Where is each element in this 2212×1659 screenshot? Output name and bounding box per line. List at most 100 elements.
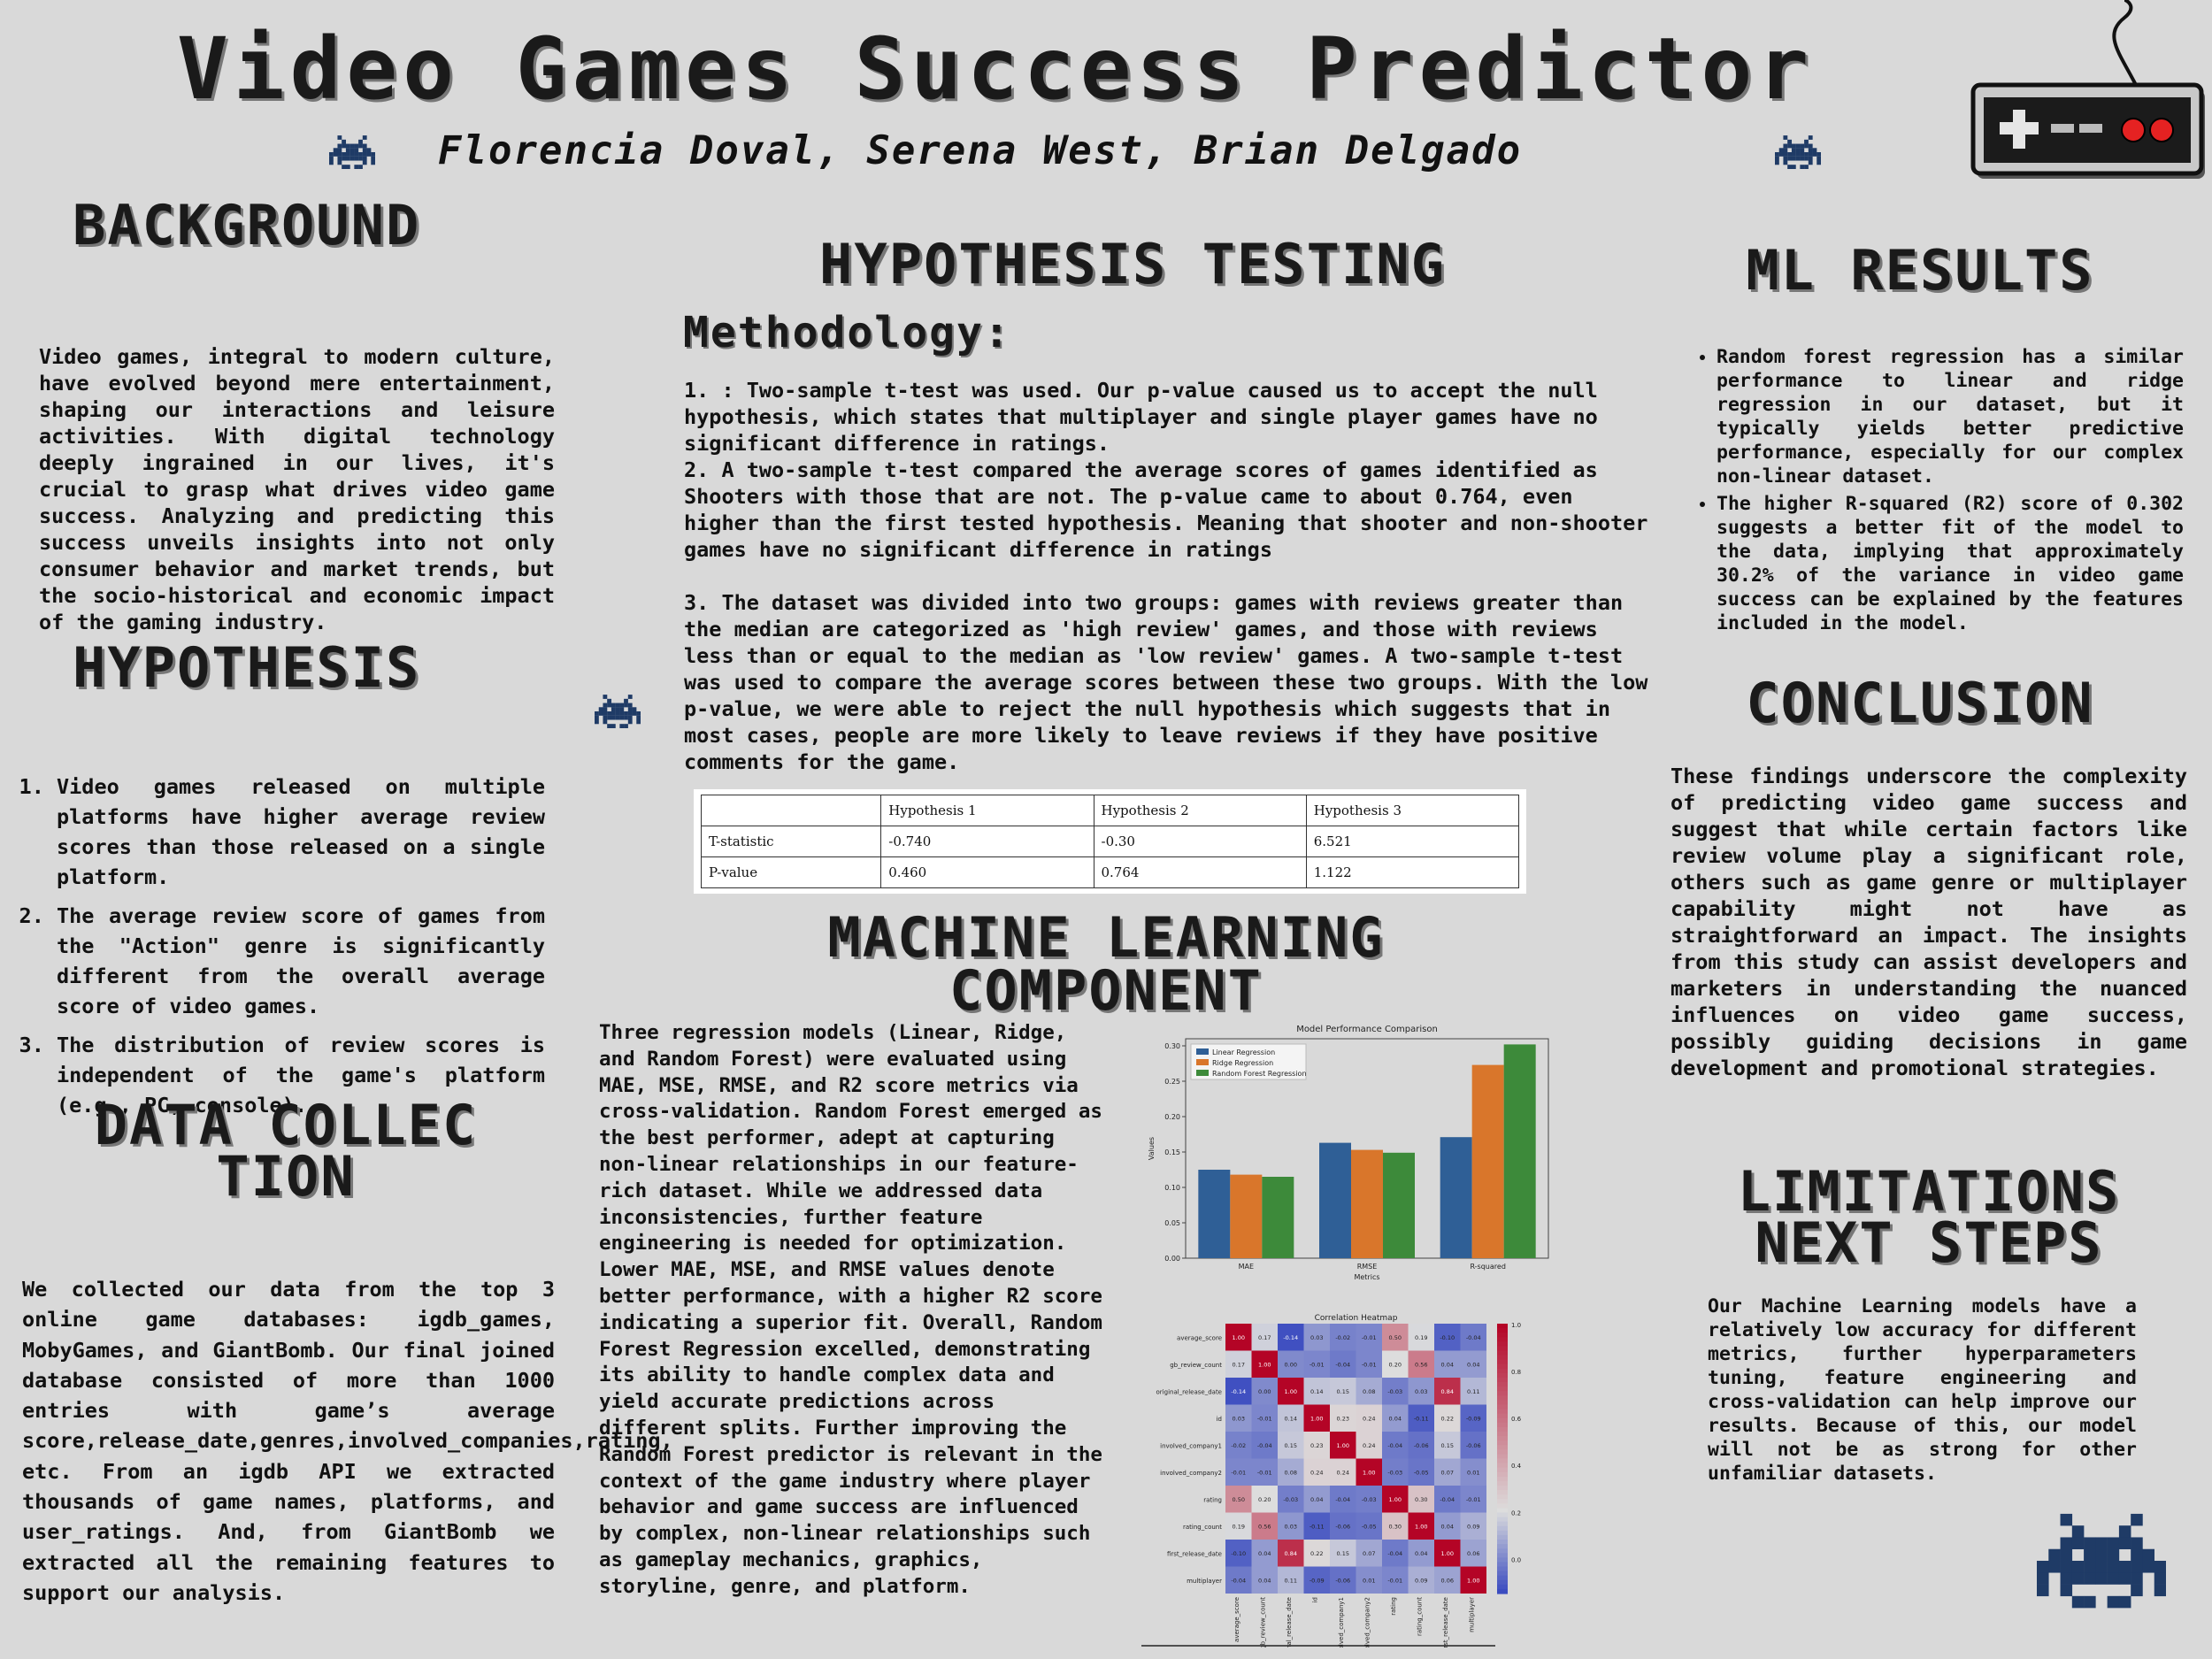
authors: Florencia Doval, Serena West, Brian Delg… [438,128,1523,173]
colorbar-segment [1497,1508,1508,1514]
heatmap-value: 0.00 [1258,1388,1271,1395]
heatmap-row-label: rating_count [1183,1524,1222,1531]
heatmap-row-label: involved_company2 [1160,1470,1222,1477]
chart-title: Model Performance Comparison [1296,1025,1438,1034]
colorbar-segment [1497,1584,1508,1590]
heatmap-value: -0.01 [1362,1334,1377,1341]
heatmap-value: 0.24 [1363,1415,1375,1422]
colorbar-segment [1497,1499,1508,1504]
table-cell: -0.30 [1093,826,1307,857]
space-invader-icon [595,695,641,729]
heatmap-value: -0.03 [1283,1496,1298,1503]
space-invader-icon [329,135,375,170]
heatmap-value: 1.00 [1233,1334,1245,1341]
bar [1351,1149,1383,1258]
colorbar-segment [1497,1368,1508,1374]
colorbar-segment [1497,1404,1508,1410]
game-controller-icon [1970,0,2205,179]
limitations-heading: LIMITATIONS NEXT STEPS [1737,1159,2155,1275]
heatmap-value: -0.03 [1387,1469,1402,1476]
hypothesis-testing-heading: HYPOTHESIS TESTING [819,232,1446,296]
heatmap-value: 1.00 [1363,1469,1375,1476]
colorbar-segment [1497,1490,1508,1495]
table-row: P-value 0.460 0.764 1.122 [700,856,1520,888]
colorbar-segment [1497,1341,1508,1348]
colorbar-segment [1497,1480,1508,1486]
colorbar-segment [1497,1363,1508,1370]
colorbar-tick: 0.8 [1511,1369,1521,1376]
colorbar-segment [1497,1386,1508,1392]
bar [1471,1064,1504,1258]
heatmap-value: -0.04 [1466,1334,1481,1341]
heatmap-value: 0.00 [1285,1361,1297,1368]
heatmap-col-label: rating_count [1416,1597,1423,1636]
heatmap-value: -0.14 [1231,1388,1246,1395]
heatmap-value: 0.15 [1441,1442,1454,1449]
bar [1198,1170,1231,1258]
heatmap-value: -0.01 [1257,1415,1272,1422]
heatmap-col-label: involved_company2 [1363,1597,1371,1647]
heatmap-value: 0.03 [1415,1388,1427,1395]
colorbar-segment [1497,1566,1508,1572]
heatmap-value: 0.22 [1441,1415,1454,1422]
heatmap-value: 0.11 [1285,1577,1297,1584]
ml-results-heading: ML RESULTS [1746,238,2094,303]
heatmap-value: -0.01 [1310,1361,1325,1368]
heatmap-value: 0.04 [1415,1550,1427,1557]
colorbar-segment [1497,1575,1508,1581]
colorbar-segment [1497,1471,1508,1478]
colorbar-segment [1497,1530,1508,1536]
colorbar-segment [1497,1463,1508,1469]
heatmap-row-label: average_score [1177,1334,1222,1341]
heatmap-value: 0.17 [1233,1361,1245,1368]
data-collection-text: We collected our data from the top 3 onl… [22,1277,673,1605]
heatmap-col-label: average_score [1233,1597,1240,1642]
table-cell: P-value [700,856,882,888]
heatmap-value: -0.04 [1257,1442,1272,1449]
legend-entry: Ridge Regression [1212,1059,1273,1067]
table-cell: 0.764 [1093,856,1307,888]
colorbar-segment [1497,1534,1508,1540]
table-cell: -0.740 [880,826,1094,857]
heatmap-value: 1.00 [1415,1523,1427,1530]
data-collection-heading: DATA COLLECTION [94,1093,478,1209]
heatmap-value: 0.07 [1441,1469,1454,1476]
colorbar-segment [1497,1359,1508,1365]
colorbar-segment [1497,1458,1508,1464]
limitations-text: Our Machine Learning models have a relat… [1708,1295,2137,1485]
heatmap-value: -0.04 [1387,1442,1402,1449]
heatmap-value: 0.50 [1233,1496,1245,1503]
space-invader-icon [2037,1513,2166,1609]
heatmap-value: 0.17 [1258,1334,1271,1341]
heatmap-col-label: multiplayer [1468,1597,1475,1632]
heatmap-value: 0.03 [1285,1523,1297,1530]
colorbar-tick: 0.2 [1511,1509,1521,1517]
bar [1262,1177,1294,1258]
colorbar-tick: 1.0 [1511,1322,1521,1329]
heatmap-row-label: involved_company1 [1160,1442,1222,1449]
heatmap-value: 0.04 [1389,1415,1402,1422]
colorbar-segment [1497,1417,1508,1424]
colorbar-segment [1497,1445,1508,1450]
colorbar-segment [1497,1378,1508,1383]
heatmap-col-label: rating [1390,1597,1397,1616]
heatmap-value: 0.24 [1363,1442,1375,1449]
table-cell: Hypothesis 1 [880,795,1094,826]
y-tick-label: 0.05 [1164,1219,1180,1227]
heatmap-value: 0.04 [1310,1496,1323,1503]
colorbar-segment [1497,1521,1508,1527]
y-tick-label: 0.10 [1164,1184,1180,1192]
legend-entry: Linear Regression [1212,1048,1275,1056]
heatmap-value: -0.14 [1283,1334,1298,1341]
colorbar-segment [1497,1372,1508,1379]
colorbar-segment [1497,1467,1508,1473]
background-heading: BACKGROUND [73,193,421,257]
table-cell: 6.521 [1305,826,1520,857]
heatmap-value: 0.56 [1258,1523,1271,1530]
ml-component-text: Three regression models (Linear, Ridge, … [599,1021,1102,1598]
x-axis-label: Metrics [1354,1273,1379,1281]
colorbar-segment [1497,1557,1508,1563]
background-text: Video games, integral to modern culture,… [39,344,555,634]
legend-swatch [1196,1048,1209,1055]
legend-swatch [1196,1070,1209,1076]
